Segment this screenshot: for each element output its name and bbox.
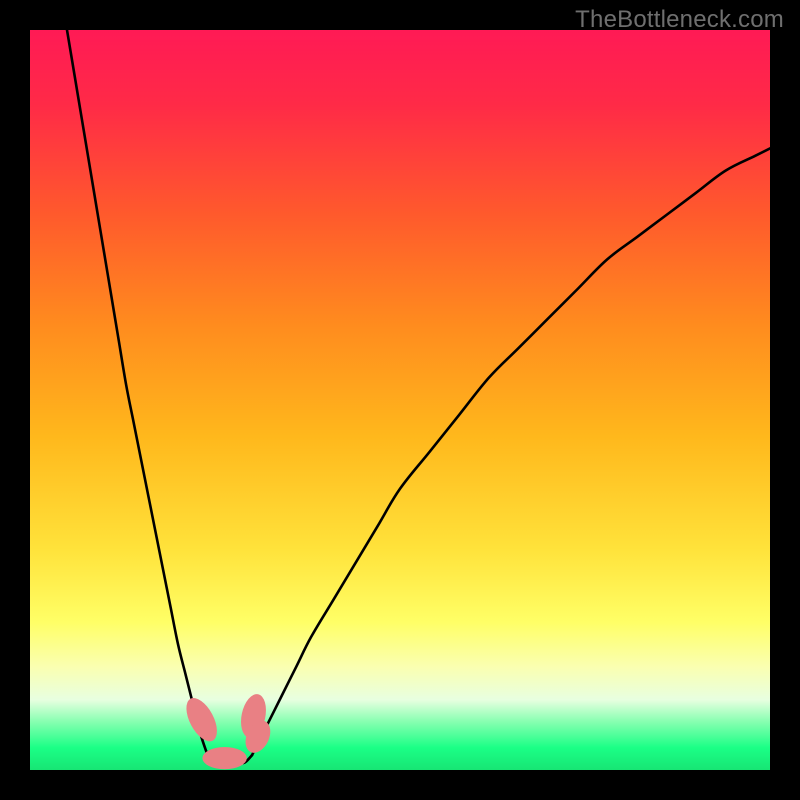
marker-3 bbox=[202, 747, 246, 769]
chart-background bbox=[30, 30, 770, 770]
chart-plot bbox=[30, 30, 770, 770]
chart-root: TheBottleneck.com bbox=[0, 0, 800, 800]
